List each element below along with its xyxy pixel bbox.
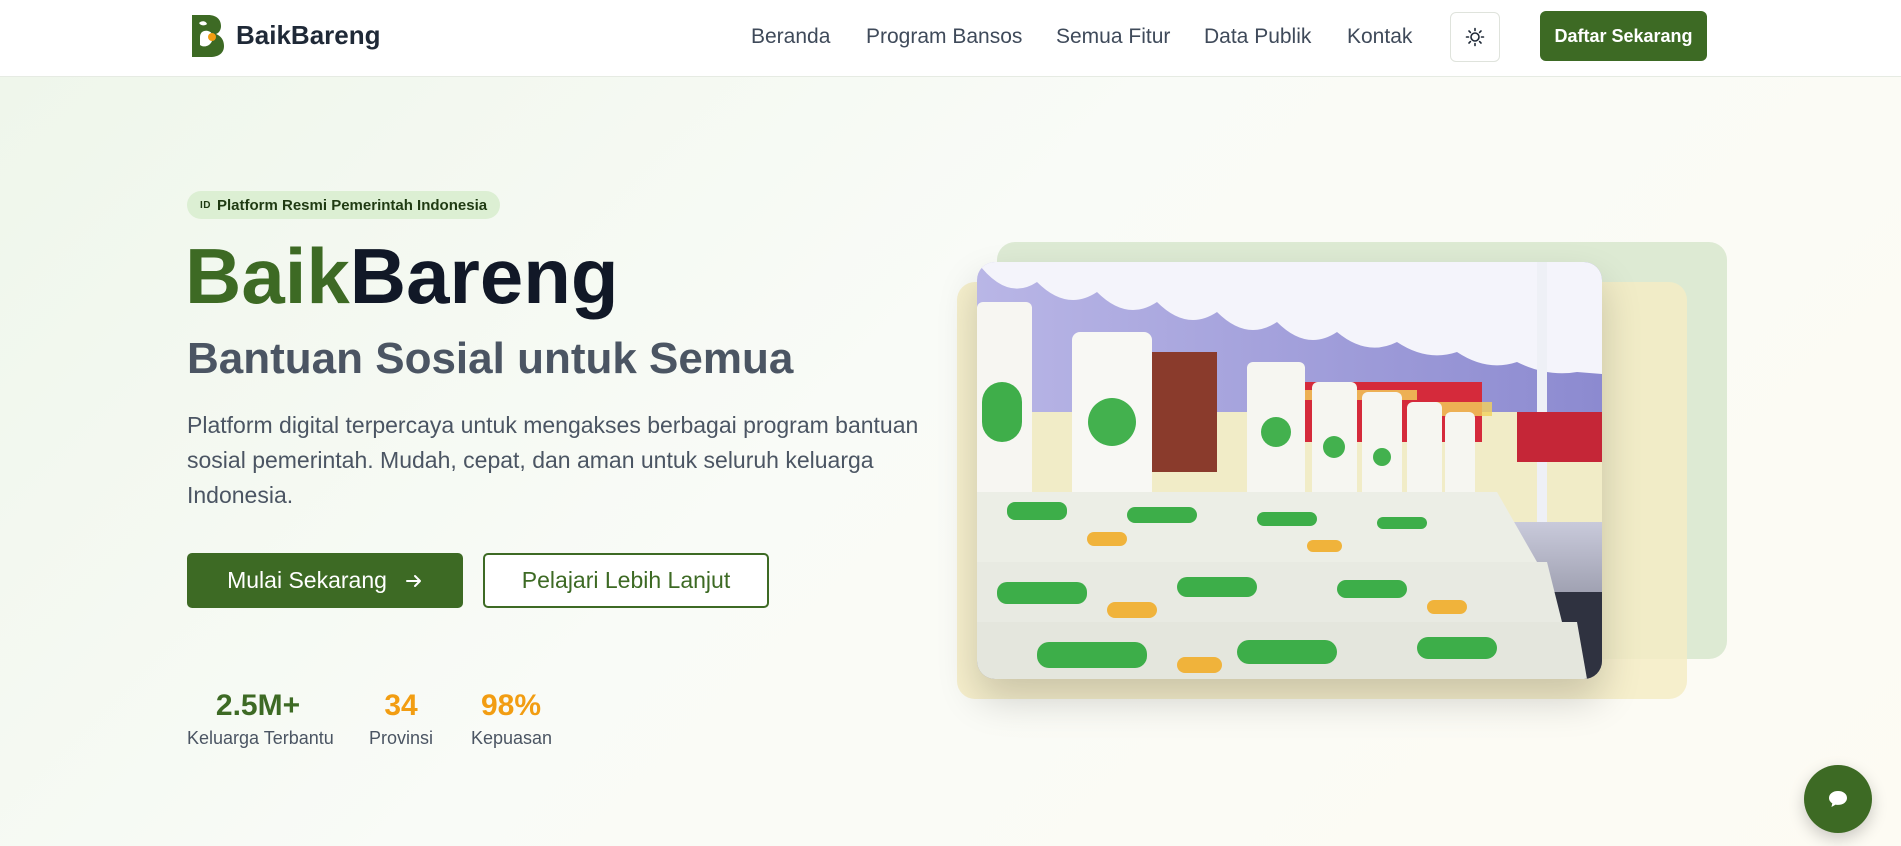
official-badge: ID Platform Resmi Pemerintah Indonesia xyxy=(187,191,501,219)
badge-text: Platform Resmi Pemerintah Indonesia xyxy=(217,196,488,214)
nav-beranda[interactable]: Beranda xyxy=(751,25,830,49)
nav-semua-fitur[interactable]: Semua Fitur xyxy=(1056,25,1170,49)
logo-mark-icon xyxy=(192,15,224,57)
sun-icon xyxy=(1465,27,1485,47)
stat-label: Keluarga Terbantu xyxy=(187,728,334,748)
hero-subtitle: Bantuan Sosial untuk Semua xyxy=(187,334,794,383)
chat-bubble-icon xyxy=(1829,791,1847,807)
hero-title: BaikBareng xyxy=(185,230,619,322)
start-now-button[interactable]: Mulai Sekarang xyxy=(187,553,463,608)
stat-label: Provinsi xyxy=(369,728,434,748)
nav-kontak[interactable]: Kontak xyxy=(1347,25,1412,49)
stat-value: 34 xyxy=(384,689,418,722)
nav-program-bansos[interactable]: Program Bansos xyxy=(866,25,1022,49)
hero-title-part1: Baik xyxy=(185,232,350,320)
stat-value: 98% xyxy=(480,689,542,722)
stat-satisfaction: 98% Kepuasan xyxy=(471,688,553,749)
register-button[interactable]: Daftar Sekarang xyxy=(1540,11,1707,61)
stat-provinces: 34 Provinsi xyxy=(369,688,433,749)
rice-sacks-illustration xyxy=(977,262,1602,679)
brand-name: BaikBareng xyxy=(236,20,381,50)
chat-button[interactable] xyxy=(1804,765,1872,833)
site-header: BaikBareng Beranda Program Bansos Semua … xyxy=(0,0,1901,77)
stat-label: Kepuasan xyxy=(471,728,553,748)
nav-data-publik[interactable]: Data Publik xyxy=(1204,25,1311,49)
badge-flag: ID xyxy=(200,199,211,211)
learn-more-button[interactable]: Pelajari Lebih Lanjut xyxy=(483,553,769,608)
theme-toggle-button[interactable] xyxy=(1450,12,1500,62)
stat-families: 2.5M+ Keluarga Terbantu xyxy=(187,688,334,749)
hero-photo-rice-sacks xyxy=(977,262,1602,679)
arrow-right-icon xyxy=(405,574,421,587)
hero-title-part2: Bareng xyxy=(349,232,619,320)
brand-logo[interactable]: BaikBareng xyxy=(190,13,381,58)
hero-description: Platform digital terpercaya untuk mengak… xyxy=(187,412,919,508)
stat-value: 2.5M+ xyxy=(215,689,301,722)
start-now-label: Mulai Sekarang xyxy=(227,567,387,593)
